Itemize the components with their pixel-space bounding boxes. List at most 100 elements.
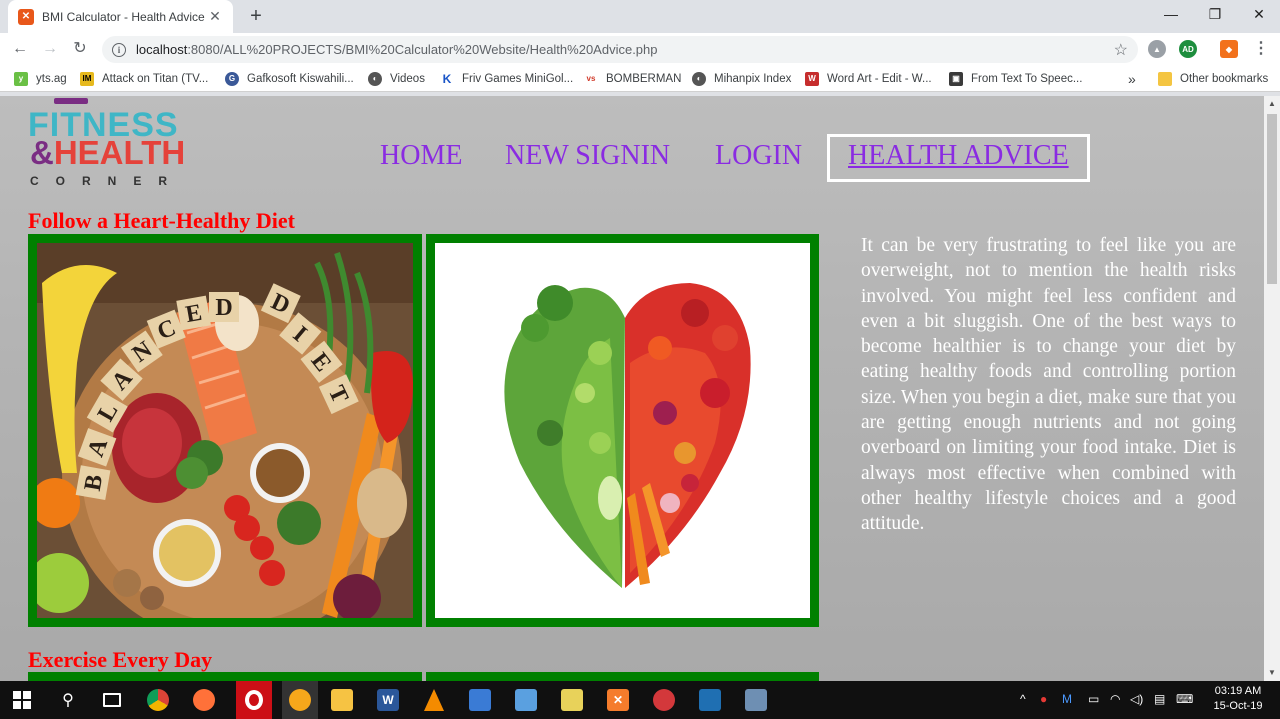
page-scrollbar[interactable]: ▲ ▼ bbox=[1264, 96, 1280, 681]
vlc-media-icon[interactable] bbox=[282, 681, 318, 719]
yts-icon: y bbox=[14, 71, 28, 86]
bookmark-star-icon[interactable]: ☆ bbox=[1114, 40, 1128, 60]
exercise-image-frame-2 bbox=[426, 672, 819, 681]
screen-icon[interactable] bbox=[742, 686, 770, 714]
globe-icon: G bbox=[225, 71, 239, 86]
page-viewport: FITNESS &HEALTH CORNER HOME NEW SIGNIN L… bbox=[0, 96, 1264, 681]
restore-icon[interactable]: ❐ bbox=[1192, 0, 1238, 30]
bookmark-label: Gafkosoft Kiswahili... bbox=[247, 72, 354, 85]
wifi-icon[interactable]: ◠ bbox=[1110, 692, 1120, 706]
bookmarks-bar: y yts.ag IM Attack on Titan (TV... G Gafkos… bbox=[0, 65, 1280, 92]
malwarebytes-icon[interactable]: M bbox=[1062, 692, 1072, 706]
bookmark-item[interactable]: W Word Art - Edit - W... bbox=[805, 70, 932, 87]
back-icon[interactable]: ← bbox=[8, 37, 32, 61]
nav-new-signin[interactable]: NEW SIGNIN bbox=[505, 140, 670, 172]
search-icon[interactable]: ⚲ bbox=[54, 686, 82, 714]
file-explorer-icon[interactable] bbox=[328, 686, 356, 714]
xampp-icon: ✕ bbox=[18, 8, 34, 25]
nav-home[interactable]: HOME bbox=[380, 140, 462, 172]
reload-icon[interactable]: ↻ bbox=[68, 37, 92, 61]
url-path: :8080/ALL%20PROJECTS/BMI%20Calculator%20… bbox=[187, 42, 658, 57]
logo-health: HEALTH bbox=[53, 134, 186, 171]
media-icon[interactable] bbox=[650, 686, 678, 714]
tts-icon: ▣ bbox=[949, 71, 963, 86]
firefox-icon[interactable] bbox=[190, 686, 218, 714]
remote-icon[interactable] bbox=[696, 686, 724, 714]
show-hidden-icons[interactable]: ^ bbox=[1020, 692, 1026, 706]
folder-icon[interactable] bbox=[558, 686, 586, 714]
xampp-icon[interactable]: ✕ bbox=[604, 686, 632, 714]
bookmark-item[interactable]: y yts.ag bbox=[14, 70, 67, 87]
site-info-icon[interactable]: i bbox=[112, 42, 126, 57]
other-bookmarks-folder[interactable]: Other bookmarks bbox=[1158, 70, 1268, 87]
bookmark-label: From Text To Speec... bbox=[971, 72, 1083, 85]
bookmark-item[interactable]: G Gafkosoft Kiswahili... bbox=[225, 70, 354, 87]
vlc-icon[interactable] bbox=[420, 686, 448, 714]
tab-title: BMI Calculator - Health Advice bbox=[42, 9, 205, 24]
w-icon: W bbox=[805, 71, 819, 86]
volume-icon[interactable]: ◁) bbox=[1130, 692, 1143, 706]
bookmark-label: Word Art - Edit - W... bbox=[827, 72, 932, 85]
globe-icon: ◐ bbox=[368, 71, 382, 86]
svg-text:D: D bbox=[215, 295, 232, 321]
extension-drive-icon[interactable]: ▲ bbox=[1148, 40, 1166, 58]
new-tab-button[interactable]: + bbox=[244, 4, 268, 28]
dumbbell-icon bbox=[54, 98, 88, 104]
box-icon[interactable] bbox=[512, 686, 540, 714]
clock-time: 03:19 AM bbox=[1214, 685, 1262, 697]
browser-tab[interactable]: ✕ BMI Calculator - Health Advice ✕ bbox=[8, 0, 233, 33]
browser-tab-strip: ✕ BMI Calculator - Health Advice ✕ + — ❐… bbox=[0, 0, 1280, 33]
scrollbar-thumb[interactable] bbox=[1267, 114, 1277, 284]
bookmark-label: Mihanpix Index bbox=[714, 72, 792, 85]
logo-line-2: &HEALTH bbox=[30, 134, 185, 172]
bookmark-item[interactable]: ◐ Videos bbox=[368, 70, 425, 87]
bookmark-label: Friv Games MiniGol... bbox=[462, 72, 574, 85]
start-icon[interactable] bbox=[8, 686, 36, 714]
vegetable-heart-image bbox=[435, 243, 810, 618]
network-icon[interactable] bbox=[466, 686, 494, 714]
site-logo[interactable]: FITNESS &HEALTH CORNER bbox=[28, 96, 228, 188]
vegetable-heart-illustration bbox=[435, 243, 810, 618]
extension-metamask-icon[interactable]: ◆ bbox=[1220, 40, 1238, 58]
word-icon[interactable]: W bbox=[374, 686, 402, 714]
notification-icon[interactable]: ▤ bbox=[1154, 692, 1165, 706]
scroll-down-icon[interactable]: ▼ bbox=[1264, 665, 1280, 681]
balanced-diet-image-frame: B A L A N C E D D I E T bbox=[28, 234, 422, 627]
antivirus-icon[interactable]: ● bbox=[1040, 692, 1047, 706]
scroll-up-icon[interactable]: ▲ bbox=[1264, 96, 1280, 112]
nav-login[interactable]: LOGIN bbox=[715, 140, 802, 172]
globe-icon: ◐ bbox=[692, 71, 706, 86]
chrome-icon[interactable] bbox=[144, 686, 172, 714]
task-view-icon[interactable] bbox=[98, 686, 126, 714]
opera-icon[interactable] bbox=[236, 681, 272, 719]
bookmark-item[interactable]: vs BOMBERMAN bbox=[584, 70, 681, 87]
bookmark-item[interactable]: ◐ Mihanpix Index bbox=[692, 70, 791, 87]
browser-toolbar: ← → ↻ i localhost:8080/ALL%20PROJECTS/BM… bbox=[0, 33, 1280, 65]
extension-ad-icon[interactable]: AD bbox=[1179, 40, 1197, 58]
minimize-icon[interactable]: — bbox=[1148, 0, 1194, 30]
battery-icon[interactable]: ▭ bbox=[1088, 692, 1099, 706]
nav-health-advice[interactable]: HEALTH ADVICE bbox=[848, 140, 1069, 172]
exercise-image-frame-1 bbox=[28, 672, 422, 681]
logo-amp: & bbox=[30, 134, 54, 171]
bookmark-item[interactable]: ▣ From Text To Speec... bbox=[949, 70, 1082, 87]
bookmark-item[interactable]: K Friv Games MiniGol... bbox=[440, 70, 573, 87]
section-heading-exercise: Exercise Every Day bbox=[28, 647, 213, 672]
balanced-diet-illustration: B A L A N C E D D I E T bbox=[37, 243, 413, 618]
clock-date: 15-Oct-19 bbox=[1213, 700, 1263, 712]
url-host: localhost bbox=[136, 42, 188, 57]
bookmark-item[interactable]: IM Attack on Titan (TV... bbox=[80, 70, 208, 87]
folder-icon bbox=[1158, 71, 1172, 86]
diet-paragraph: It can be very frustrating to feel like … bbox=[861, 235, 1236, 535]
address-bar[interactable]: i localhost:8080/ALL%20PROJECTS/BMI%20Ca… bbox=[102, 36, 1138, 63]
keyboard-icon[interactable]: ⌨ bbox=[1176, 692, 1193, 706]
bookmark-label: yts.ag bbox=[36, 72, 67, 85]
imdb-icon: IM bbox=[80, 71, 94, 86]
menu-icon[interactable]: ⋮ bbox=[1249, 37, 1273, 61]
close-tab-icon[interactable]: ✕ bbox=[207, 8, 223, 25]
forward-icon[interactable]: → bbox=[38, 37, 62, 61]
close-window-icon[interactable]: ✕ bbox=[1236, 0, 1280, 30]
more-bookmarks-button[interactable]: » bbox=[1128, 70, 1136, 87]
balanced-diet-image: B A L A N C E D D I E T bbox=[37, 243, 413, 618]
taskbar-clock[interactable]: 03:19 AM 15-Oct-19 bbox=[1208, 684, 1268, 714]
